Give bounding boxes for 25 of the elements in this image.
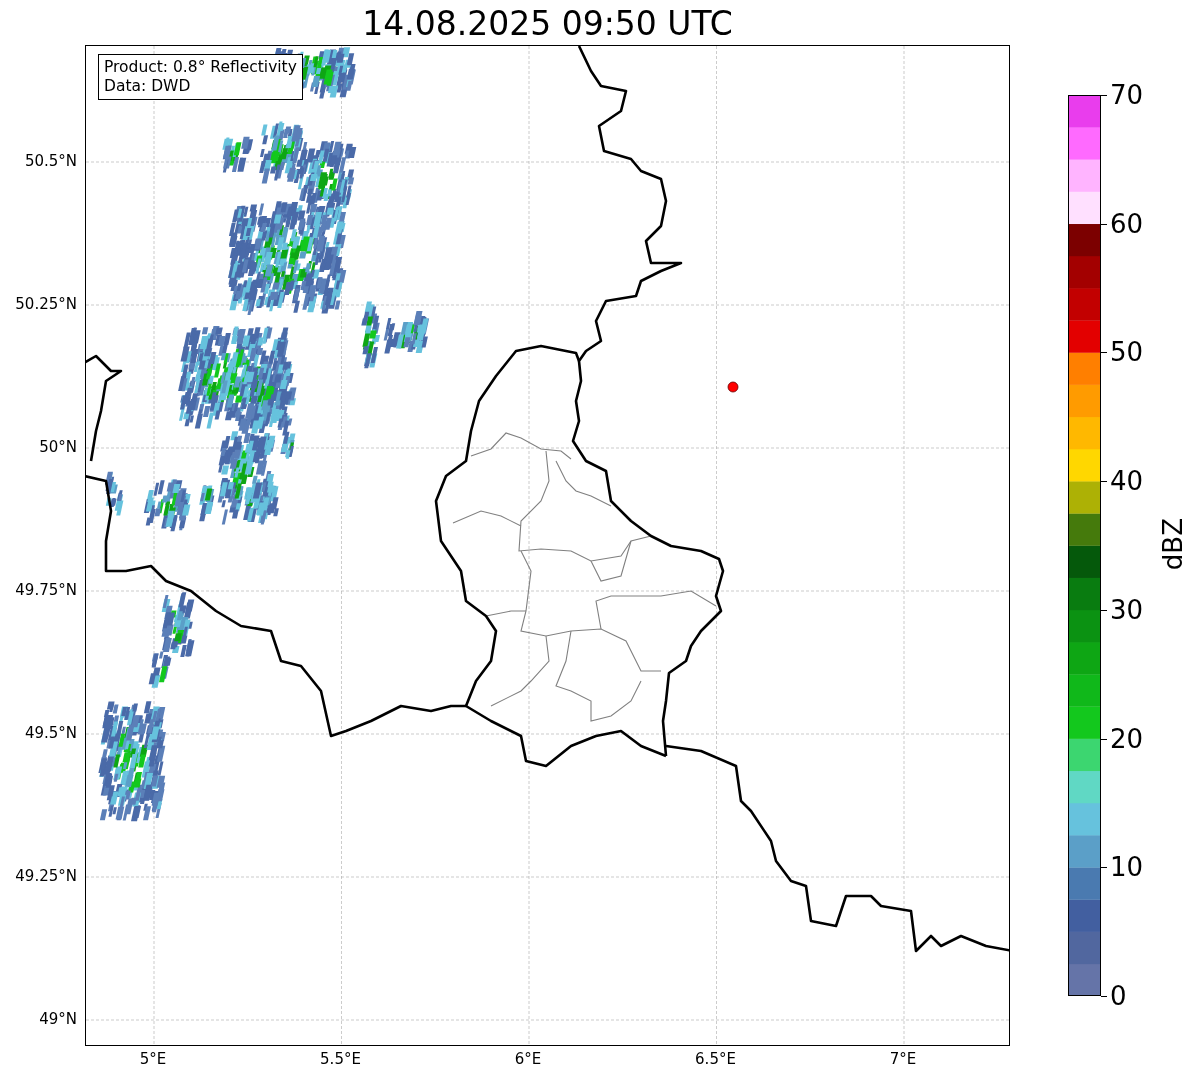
- colorbar-label: 20: [1110, 725, 1144, 752]
- location-marker: [727, 381, 739, 393]
- axis-label: 5°E: [139, 1050, 167, 1068]
- axis-label: 49.5°N: [24, 724, 77, 742]
- axis-label: 50.25°N: [15, 295, 77, 313]
- colorbar-label: 60: [1110, 210, 1144, 237]
- colorbar-label: 10: [1110, 854, 1144, 881]
- axis-label: 5.5°E: [320, 1050, 361, 1068]
- axis-label: 50.5°N: [24, 152, 77, 170]
- colorbar-unit: dBZ: [1157, 518, 1189, 571]
- legend-text: Data: DWD: [104, 77, 192, 96]
- axis-label: 7°E: [889, 1050, 917, 1068]
- chart-title: 14.08.2025 09:50 UTC: [362, 3, 733, 45]
- axis-label: 50°N: [39, 438, 77, 456]
- colorbar-label: 0: [1110, 983, 1127, 1009]
- axis-label: 6°E: [514, 1050, 542, 1068]
- axis-label: 49.25°N: [15, 867, 77, 885]
- legend-text: Product: 0.8° Reflectivity: [104, 58, 297, 77]
- colorbar-label: 30: [1110, 596, 1144, 623]
- colorbar-label: 50: [1110, 339, 1144, 366]
- axis-label: 49.75°N: [15, 581, 77, 599]
- axis-label: 49°N: [39, 1010, 77, 1028]
- colorbar-label: 40: [1110, 468, 1144, 495]
- colorbar-label: 70: [1110, 82, 1144, 108]
- axis-label: 6.5°E: [695, 1050, 736, 1068]
